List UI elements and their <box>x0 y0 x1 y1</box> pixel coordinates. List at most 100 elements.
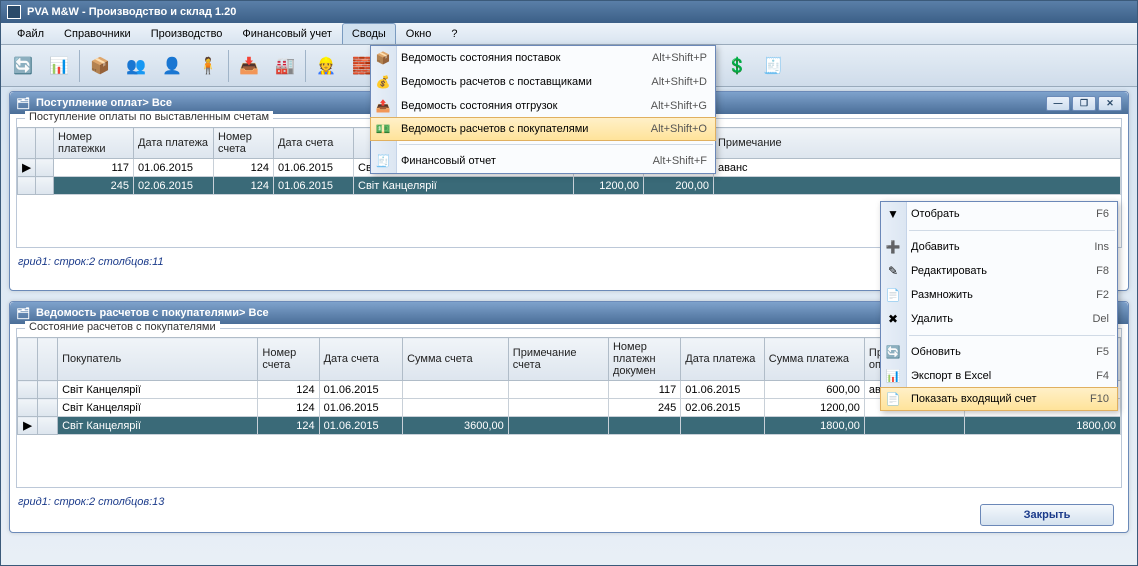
menubar[interactable]: Файл Справочники Производство Финансовый… <box>1 23 1137 45</box>
cell-pay-amount[interactable]: 1800,00 <box>764 417 864 435</box>
menu-shortcut: Alt+Shift+G <box>651 100 707 112</box>
menu-help[interactable]: ? <box>441 23 467 44</box>
menu-label: Финансовый отчет <box>401 155 627 167</box>
context-item[interactable]: ▼ОтобратьF6 <box>881 202 1117 226</box>
menu-svody[interactable]: Своды <box>342 23 396 44</box>
cell-acct-date[interactable]: 01.06.2015 <box>274 159 354 177</box>
menu-item[interactable]: 💵Ведомость расчетов с покупателямиAlt+Sh… <box>370 117 716 141</box>
row-header <box>36 159 54 177</box>
tool-staff[interactable]: 🧍 <box>190 48 226 84</box>
context-item[interactable]: 📊Экспорт в ExcelF4 <box>881 364 1117 388</box>
cell-payment-date[interactable]: 01.06.2015 <box>134 159 214 177</box>
tool-warehouse[interactable]: 🏭 <box>267 48 303 84</box>
menu-item[interactable]: 🧾Финансовый отчетAlt+Shift+F <box>371 149 715 173</box>
cell-buyer[interactable]: Світ Канцелярії <box>58 417 258 435</box>
table-row[interactable]: 24502.06.201512401.06.2015Світ Канцелярі… <box>18 177 1121 195</box>
col-acct-date[interactable]: Дата счета <box>319 338 402 381</box>
cell-vat[interactable]: 200,00 <box>644 177 714 195</box>
cell-invoice-note[interactable] <box>508 399 608 417</box>
col-acct-number[interactable]: Номер счета <box>258 338 319 381</box>
cell-pay-amount[interactable]: 600,00 <box>764 381 864 399</box>
cell-acct-number[interactable]: 124 <box>214 177 274 195</box>
cell-invoice-sum[interactable] <box>403 399 509 417</box>
tool-inbox[interactable]: 📥 <box>231 48 267 84</box>
cell-acct-number[interactable]: 124 <box>258 417 319 435</box>
menu-shortcut: F5 <box>1096 346 1109 358</box>
cell-pay-date[interactable] <box>681 417 764 435</box>
col-pay-date[interactable]: Дата платежа <box>681 338 764 381</box>
cell-acct-number[interactable]: 124 <box>258 399 319 417</box>
cell-buyer[interactable]: Світ Канцелярії <box>354 177 574 195</box>
cell-payment-date[interactable]: 02.06.2015 <box>134 177 214 195</box>
tool-customers[interactable]: 👥 <box>118 48 154 84</box>
cell-pay-docnum[interactable] <box>608 417 680 435</box>
cell-buyer[interactable]: Світ Канцелярії <box>58 381 258 399</box>
col-invoice-note[interactable]: Примечание счета <box>508 338 608 381</box>
menu-icon: 📊 <box>884 367 902 385</box>
menu-window[interactable]: Окно <box>396 23 442 44</box>
tool-worker[interactable]: 👷 <box>308 48 344 84</box>
col-invoice-sum[interactable]: Сумма счета <box>403 338 509 381</box>
tool-refresh[interactable]: 🔄 <box>5 48 41 84</box>
col-acct-date[interactable]: Дата счета <box>274 128 354 159</box>
menu-finance[interactable]: Финансовый учет <box>232 23 342 44</box>
minimize-button[interactable]: — <box>1046 96 1070 111</box>
context-item[interactable]: 🔄ОбновитьF5 <box>881 340 1117 364</box>
col-buyer[interactable]: Покупатель <box>58 338 258 381</box>
cell-acct-date[interactable]: 01.06.2015 <box>319 417 402 435</box>
cell-acct-date[interactable]: 01.06.2015 <box>319 381 402 399</box>
col-acct-number[interactable]: Номер счета <box>214 128 274 159</box>
tool-export-excel[interactable]: 📊 <box>41 48 77 84</box>
col-payment-number[interactable]: Номер платежки <box>54 128 134 159</box>
cell-invoice-note[interactable] <box>508 381 608 399</box>
menu-label: Редактировать <box>911 265 1070 277</box>
cell-amount[interactable]: 1200,00 <box>574 177 644 195</box>
cell-pay-amount[interactable]: 1200,00 <box>764 399 864 417</box>
col-pay-docnum[interactable]: Номер платежн докумен <box>608 338 680 381</box>
cell-balance[interactable]: 1800,00 <box>965 417 1121 435</box>
cell-acct-number[interactable]: 124 <box>214 159 274 177</box>
context-item[interactable]: 📄РазмножитьF2 <box>881 283 1117 307</box>
col-payment-date[interactable]: Дата платежа <box>134 128 214 159</box>
menu-production[interactable]: Производство <box>141 23 233 44</box>
menu-item[interactable]: 📦Ведомость состояния поставокAlt+Shift+P <box>371 46 715 70</box>
menu-item[interactable]: 💰Ведомость расчетов с поставщикамиAlt+Sh… <box>371 70 715 94</box>
cell-invoice-sum[interactable]: 3600,00 <box>403 417 509 435</box>
tool-report-sales[interactable]: 💲 <box>719 48 755 84</box>
context-menu[interactable]: ▼ОтобратьF6➕ДобавитьIns✎РедактироватьF8📄… <box>880 201 1118 411</box>
cell-pay-date[interactable]: 01.06.2015 <box>681 381 764 399</box>
context-item[interactable]: ✖УдалитьDel <box>881 307 1117 331</box>
maximize-button[interactable]: ❐ <box>1072 96 1096 111</box>
svody-dropdown[interactable]: 📦Ведомость состояния поставокAlt+Shift+P… <box>370 45 716 174</box>
cell-buyer[interactable]: Світ Канцелярії <box>58 399 258 417</box>
cell-acct-date[interactable]: 01.06.2015 <box>274 177 354 195</box>
cell-acct-date[interactable]: 01.06.2015 <box>319 399 402 417</box>
col-pay-amount[interactable]: Сумма платежа <box>764 338 864 381</box>
cell-invoice-sum[interactable] <box>403 381 509 399</box>
context-item[interactable]: ➕ДобавитьIns <box>881 235 1117 259</box>
tool-report-fin[interactable]: 🧾 <box>755 48 791 84</box>
table-row[interactable]: ▶Світ Канцелярії12401.06.20153600,001800… <box>18 417 1121 435</box>
cell-pay-note[interactable] <box>864 417 964 435</box>
menu-file[interactable]: Файл <box>7 23 54 44</box>
cell-acct-number[interactable]: 124 <box>258 381 319 399</box>
col-note[interactable]: Примечание <box>714 128 1121 159</box>
tool-products[interactable]: 📦 <box>82 48 118 84</box>
cell-payment-number[interactable]: 117 <box>54 159 134 177</box>
tool-suppliers[interactable]: 👤 <box>154 48 190 84</box>
cell-pay-date[interactable]: 02.06.2015 <box>681 399 764 417</box>
context-item[interactable]: ✎РедактироватьF8 <box>881 259 1117 283</box>
titlebar[interactable]: PVA M&W - Производство и склад 1.20 <box>1 1 1137 23</box>
cell-invoice-note[interactable] <box>508 417 608 435</box>
cell-payment-number[interactable]: 245 <box>54 177 134 195</box>
context-item[interactable]: 📄Показать входящий счетF10 <box>880 387 1118 411</box>
close-settlements-button[interactable]: Закрыть <box>980 504 1114 526</box>
menu-references[interactable]: Справочники <box>54 23 141 44</box>
cell-pay-docnum[interactable]: 117 <box>608 381 680 399</box>
cell-note[interactable]: аванс <box>714 159 1121 177</box>
close-button[interactable]: ✕ <box>1098 96 1122 111</box>
cell-note[interactable] <box>714 177 1121 195</box>
cell-pay-docnum[interactable]: 245 <box>608 399 680 417</box>
menu-item[interactable]: 📤Ведомость состояния отгрузокAlt+Shift+G <box>371 94 715 118</box>
menu-label: Отобрать <box>911 208 1070 220</box>
